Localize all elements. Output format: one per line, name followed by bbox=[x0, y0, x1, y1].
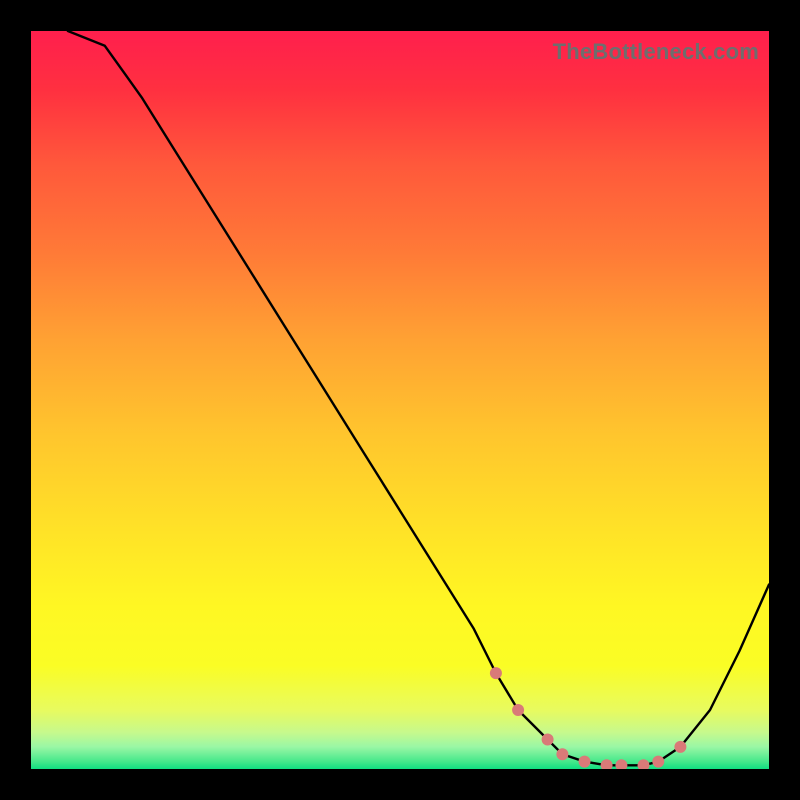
valley-dot bbox=[542, 734, 554, 746]
valley-dot bbox=[490, 667, 502, 679]
valley-dot bbox=[674, 741, 686, 753]
bottleneck-curve-path bbox=[68, 31, 769, 765]
valley-dot bbox=[579, 756, 591, 768]
valley-dot bbox=[638, 759, 650, 769]
chart-stage: TheBottleneck.com bbox=[0, 0, 800, 800]
bottleneck-curve-svg bbox=[31, 31, 769, 769]
valley-dot bbox=[556, 748, 568, 760]
chart-plot-area: TheBottleneck.com bbox=[31, 31, 769, 769]
valley-dot bbox=[601, 759, 613, 769]
valley-dot bbox=[615, 759, 627, 769]
valley-dot bbox=[512, 704, 524, 716]
watermark-text: TheBottleneck.com bbox=[553, 39, 759, 65]
valley-dot bbox=[652, 756, 664, 768]
valley-dot-group bbox=[490, 667, 687, 769]
